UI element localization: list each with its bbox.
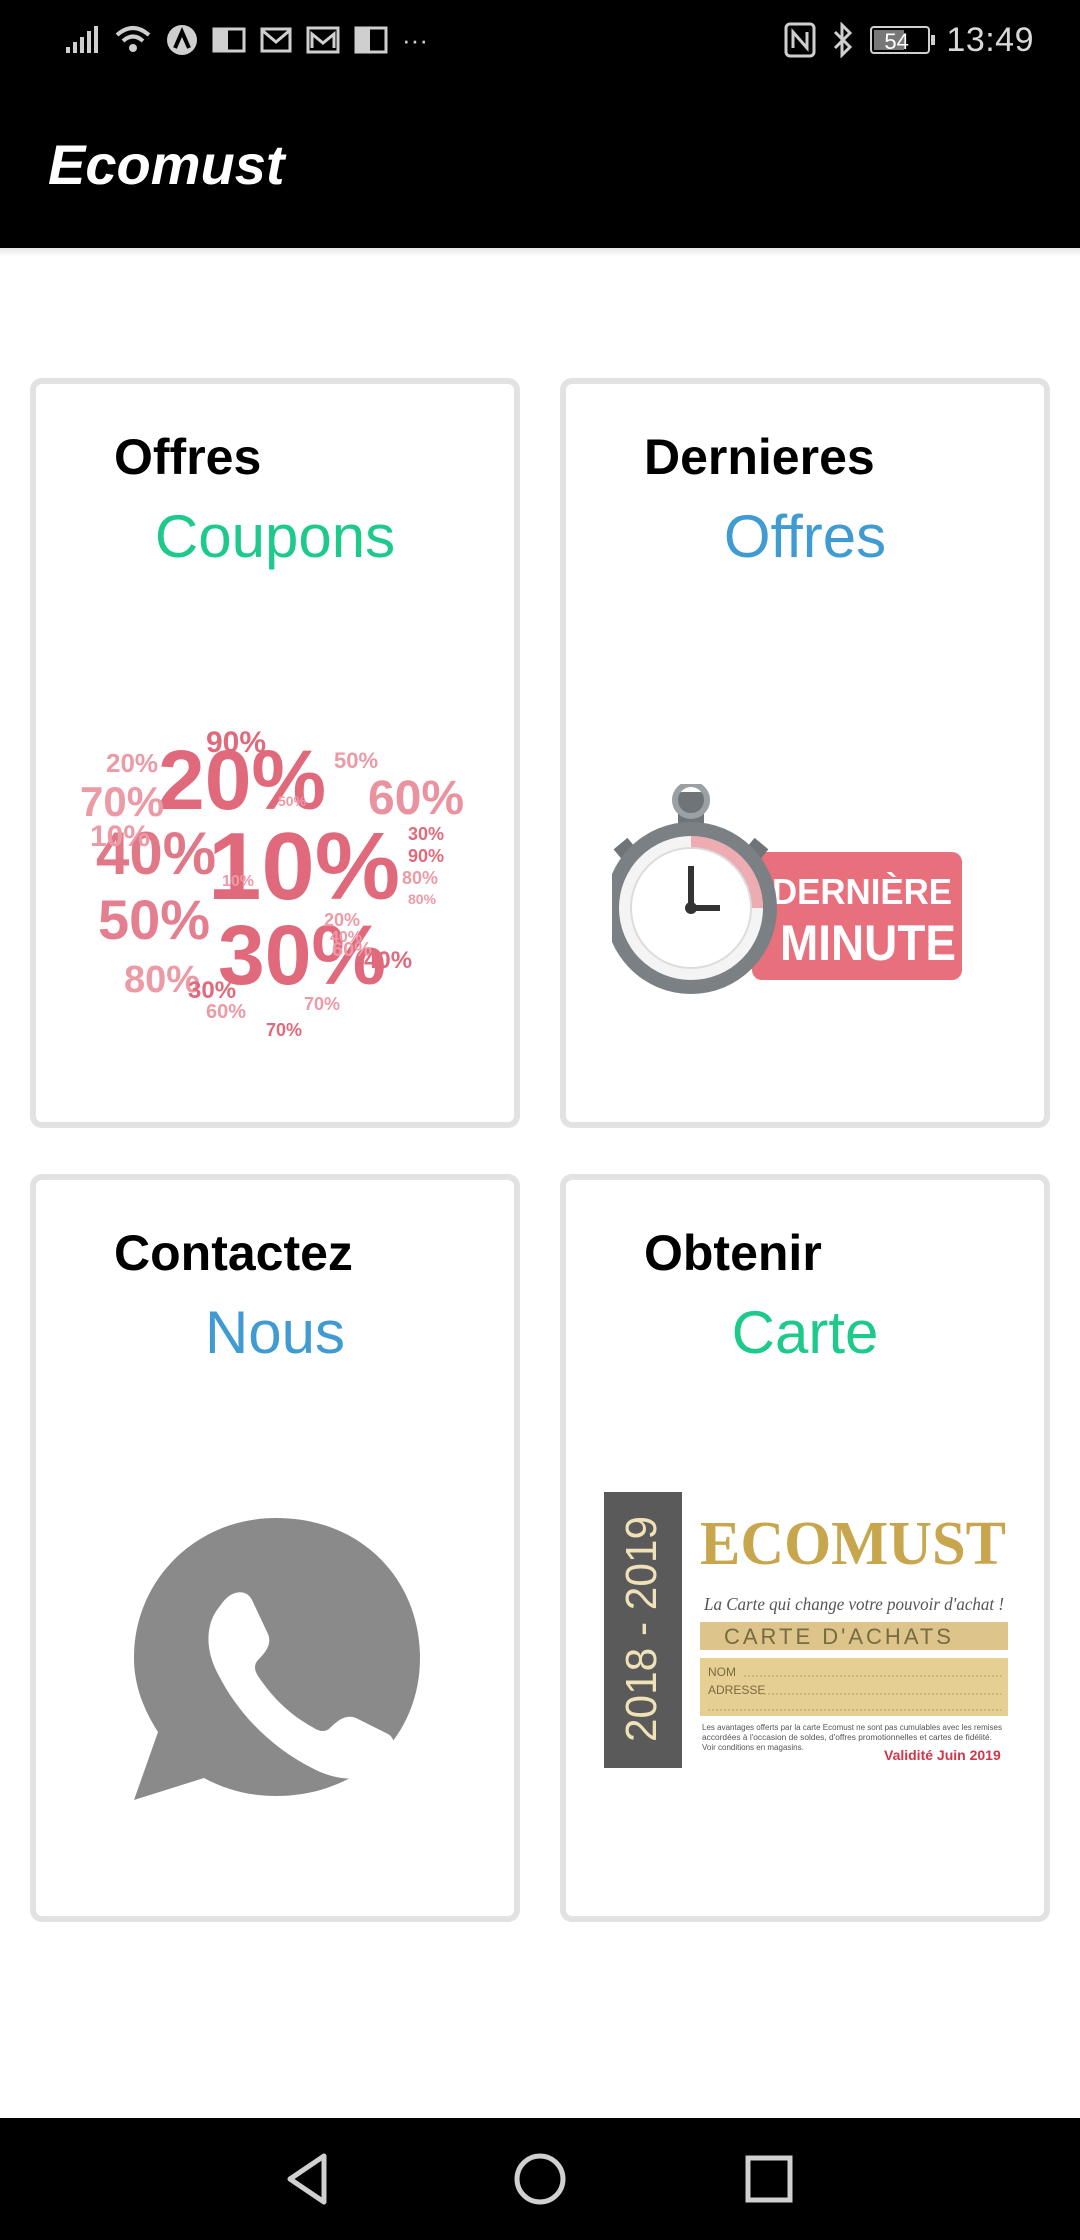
card-title: Contactez — [114, 1225, 353, 1281]
last-minute-stopwatch-image: DERNIÈRE MINUTE — [612, 784, 962, 994]
pct-small-18: 40% — [330, 929, 362, 946]
banner-line-1: DERNIÈRE — [772, 871, 952, 912]
outlook-icon — [212, 27, 246, 53]
card-years: 2018 - 2019 — [617, 1516, 666, 1742]
whatsapp-icon — [134, 1518, 420, 1800]
status-bar: ··· 54 13:49 — [0, 0, 1080, 80]
card-fine-print-2: accordées à l'occasion de soldes, d'offr… — [702, 1733, 992, 1742]
pct-small-15: 20% — [324, 910, 360, 930]
signal-icon — [66, 26, 98, 53]
banner-line-2: MINUTE — [780, 915, 956, 971]
nav-back-button[interactable] — [276, 2146, 342, 2212]
nav-home-button[interactable] — [507, 2146, 573, 2212]
card-subtitle: Offres — [723, 503, 887, 570]
pct-small-7: 30% — [408, 824, 444, 844]
mail-icon — [260, 27, 292, 53]
card-fine-print-1: Les avantages offerts par la carte Ecomu… — [702, 1723, 1002, 1732]
nfc-icon — [784, 22, 816, 58]
pct-small-1: 90% — [206, 726, 266, 759]
card-brand: ECOMUST — [700, 1510, 1006, 1578]
more-notifications-indicator: ··· — [402, 24, 428, 55]
battery-level: 54 — [884, 29, 909, 54]
card-field-address: ADRESSE — [708, 1683, 765, 1697]
app-notification-icon — [167, 25, 197, 55]
app-bar: Ecomust — [0, 80, 1080, 248]
card-dernieres-offres[interactable]: Dernieres Offres DERNIÈRE MINUTE — [560, 378, 1050, 1128]
pct-small-4: 10% — [90, 820, 150, 853]
card-title: Dernieres — [644, 429, 875, 485]
pct-small-10: 40% — [364, 947, 412, 974]
pct-small-2: 20% — [106, 748, 158, 778]
card-title: Obtenir — [644, 1225, 822, 1281]
pct-small-12: 60% — [206, 1001, 246, 1023]
pct-small-17: 50% — [278, 793, 307, 809]
card-field-name: NOM — [708, 1665, 736, 1679]
gmail-icon — [306, 26, 340, 54]
pct-small-3: 70% — [304, 994, 340, 1014]
card-subtitle: Carte — [731, 1299, 879, 1366]
pct-small-9: 80% — [402, 868, 438, 888]
card-validity: Validité Juin 2019 — [884, 1747, 1001, 1763]
battery-icon: 54 — [870, 26, 936, 54]
card-fine-print-3: Voir conditions en magasins. — [702, 1743, 804, 1752]
card-title: Offres — [114, 429, 262, 485]
card-contactez-nous[interactable]: Contactez Nous — [30, 1174, 520, 1922]
pct-big-5: 50% — [98, 888, 210, 951]
card-subtitle: Coupons — [154, 503, 396, 570]
navigation-bar — [0, 2118, 1080, 2240]
bluetooth-icon — [834, 22, 853, 58]
card-label: CARTE D'ACHATS — [724, 1624, 954, 1649]
card-tagline: La Carte qui change votre pouvoir d'acha… — [703, 1594, 1004, 1614]
pct-big-7: 70% — [80, 778, 164, 825]
pct-small-14: 30% — [188, 977, 236, 1004]
office-icon — [354, 26, 388, 54]
stopwatch-icon — [612, 784, 777, 994]
pct-big-6: 60% — [368, 772, 464, 825]
pct-small-16: 10% — [222, 873, 254, 890]
card-obtenir-carte[interactable]: Obtenir Carte 2018 - 2019 ECOMUST La Car… — [560, 1174, 1050, 1922]
pct-small-13: 80% — [408, 891, 437, 907]
wifi-icon — [115, 26, 151, 52]
app-bar-shadow — [0, 248, 1080, 256]
percentage-coupons-image: 20% 10% 30% 40% 50% 60% 70% 80% 90% 20% … — [80, 726, 464, 1040]
status-icons-right: 54 13:49 — [784, 14, 1034, 66]
ecomust-card-image: 2018 - 2019 ECOMUST La Carte qui change … — [604, 1492, 1016, 1768]
pct-small-8: 90% — [408, 846, 444, 866]
pct-big-2: 10% — [208, 813, 400, 920]
pct-small-11: 70% — [266, 1020, 302, 1040]
nav-recents-button[interactable] — [736, 2146, 802, 2212]
card-subtitle: Nous — [204, 1299, 346, 1366]
pct-small-5: 50% — [334, 748, 378, 773]
status-time: 13:49 — [946, 20, 1034, 59]
app-title: Ecomust — [48, 133, 285, 196]
status-icons-left: ··· — [64, 20, 428, 60]
card-offres-coupons[interactable]: Offres Coupons 20% 10% 30% 40% 50% 60% 7… — [30, 378, 520, 1128]
